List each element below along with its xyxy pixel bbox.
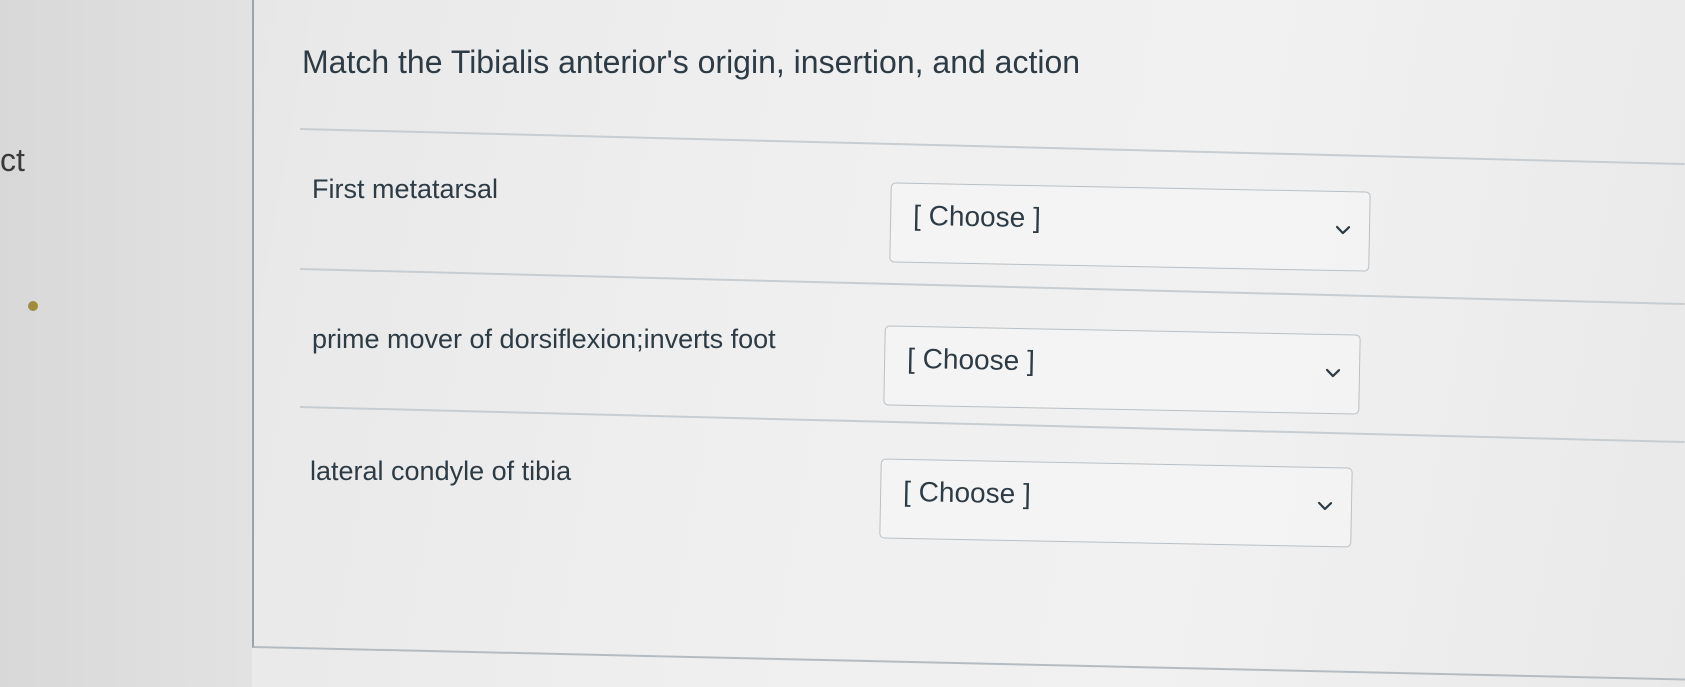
- dropdown-selected-value: [ Choose ]: [906, 342, 1036, 377]
- left-navigation-gutter: [0, 0, 252, 687]
- left-panel-marker: [28, 301, 38, 311]
- left-panel-partial-text: ct: [0, 142, 25, 178]
- answer-label: lateral condyle of tibia: [310, 456, 572, 486]
- answer-label: First metatarsal: [312, 174, 499, 204]
- question-title: Match the Tibialis anterior's origin, in…: [302, 44, 1081, 80]
- chevron-down-icon: [1335, 225, 1351, 235]
- answer-label: prime mover of dorsiflexion;inverts foot: [312, 324, 776, 354]
- dropdown-selected-value: [ Choose ]: [912, 199, 1042, 234]
- chevron-down-icon: [1317, 501, 1333, 511]
- chevron-down-icon: [1325, 368, 1341, 378]
- answer-dropdown[interactable]: [ Choose ]: [889, 182, 1371, 272]
- dropdown-selected-value: [ Choose ]: [902, 475, 1032, 510]
- answer-dropdown[interactable]: [ Choose ]: [883, 325, 1361, 415]
- answer-dropdown[interactable]: [ Choose ]: [879, 458, 1353, 548]
